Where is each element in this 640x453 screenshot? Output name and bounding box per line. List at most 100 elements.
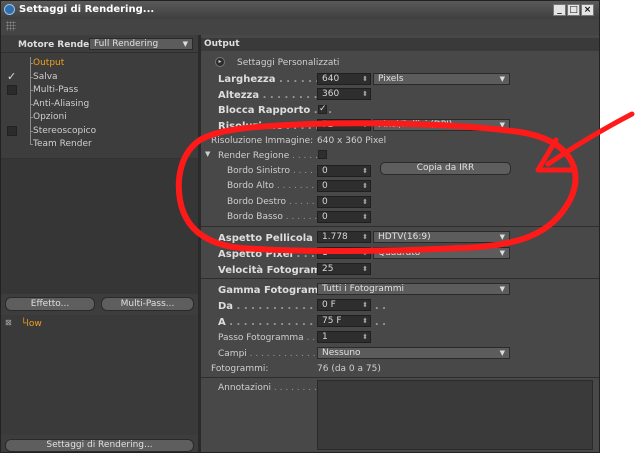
maximize-button[interactable]: □: [567, 4, 580, 16]
minimize-button[interactable]: _: [553, 4, 566, 16]
divider: [201, 377, 599, 378]
spinner-icon: ⬍: [362, 121, 368, 129]
cinema4d-logo-icon: [4, 4, 15, 15]
tree-item-multi-pass[interactable]: Multi-Pass: [33, 85, 78, 95]
spinner-icon: ⬍: [362, 182, 368, 190]
width-input[interactable]: 640 ⬍: [317, 73, 371, 85]
tree-item-label: Output: [33, 58, 65, 68]
renderer-select[interactable]: Full Rendering ▼: [89, 38, 193, 50]
render-region-checkbox[interactable]: [318, 150, 327, 159]
spinner-icon: ⬍: [362, 317, 368, 325]
frames-label: Fotogrammi:: [211, 364, 269, 374]
lock-ratio-checkbox[interactable]: ✓: [318, 105, 327, 114]
to-input[interactable]: 75 F ⬍: [317, 315, 371, 327]
pixel-aspect-select[interactable]: Quadrato ▼: [373, 247, 510, 259]
notes-label: Annotazioni . . . . . . . . .: [218, 383, 323, 393]
chevron-down-icon: ▼: [499, 121, 505, 129]
section-title: Output: [204, 39, 240, 49]
frame-range-select[interactable]: Tutti i Fotogrammi ▼: [317, 283, 510, 295]
lock-ratio-label: Blocca Rapporto . . .: [218, 105, 333, 116]
frame-step-label: Passo Fotogramma . . . .: [218, 333, 327, 343]
render-settings-button[interactable]: Settaggi di Rendering...: [5, 439, 194, 452]
chevron-down-icon: ▼: [499, 349, 505, 357]
renderer-label: Motore Render: [18, 40, 94, 50]
chevron-down-icon: ▼: [499, 233, 505, 241]
tree-item-output[interactable]: Output: [33, 58, 64, 68]
tree-item-label: Opzioni: [33, 112, 67, 122]
height-input[interactable]: 360 ⬍: [317, 88, 371, 100]
tree-branch: [30, 63, 33, 64]
tree-branch: [30, 76, 33, 78]
tree-empty-area: [1, 159, 198, 294]
frame-step-input[interactable]: 1 ⬍: [317, 331, 371, 343]
spinner-icon: ⬍: [362, 233, 368, 241]
title-bar[interactable]: Settaggi di Rendering... _ □ ×: [1, 1, 599, 19]
effect-button[interactable]: Effetto...: [5, 297, 95, 311]
tree-item-label: Multi-Pass: [33, 85, 79, 95]
render-settings-window: Settaggi di Rendering... _ □ × Motore Re…: [0, 0, 600, 453]
from-input[interactable]: 0 F ⬍: [317, 299, 371, 311]
border-right-label: Bordo Destro . . . . . .: [227, 197, 321, 207]
chevron-down-icon: ▼: [499, 249, 505, 257]
border-top-input[interactable]: 0 ⬍: [317, 180, 371, 192]
pixel-aspect-input[interactable]: 1 ⬍: [317, 247, 371, 259]
image-resolution-value: 640 x 360 Pixel: [317, 136, 387, 146]
tree-checkbox[interactable]: [7, 85, 17, 95]
tree-branch: [30, 117, 33, 118]
notes-textarea[interactable]: [317, 380, 593, 450]
spinner-icon: ⬍: [362, 265, 368, 273]
resolution-input[interactable]: 72 ⬍: [317, 119, 371, 131]
border-right-input[interactable]: 0 ⬍: [317, 196, 371, 208]
spinner-icon: ⬍: [362, 167, 368, 175]
chevron-down-icon: ▼: [499, 285, 505, 293]
section-header: Output: [201, 38, 599, 51]
spinner-icon: ⬍: [362, 333, 368, 341]
resolution-label: Risoluzione . . . . . .: [218, 121, 327, 132]
tree-item-team-render[interactable]: Team Render: [33, 139, 92, 149]
render-region-label: Render Regione . . . . . .: [218, 151, 324, 161]
tree-branch: [30, 103, 33, 105]
fields-select[interactable]: Nessuno ▼: [317, 347, 510, 359]
divider: [1, 52, 198, 53]
tree-item-stereoscopico[interactable]: Stereoscopico: [33, 126, 96, 136]
tree-item-label: Anti-Aliasing: [33, 98, 90, 109]
collapse-triangle-icon[interactable]: ▼: [205, 150, 210, 158]
spinner-icon: ⬍: [362, 90, 368, 98]
border-bottom-input[interactable]: 0 ⬍: [317, 211, 371, 223]
frames-value: 76 (da 0 a 75): [317, 364, 381, 374]
tree-item-salva[interactable]: Salva: [33, 72, 58, 82]
spinner-icon: ⬍: [362, 198, 368, 206]
preset-list: ⊠ └low: [1, 315, 198, 435]
border-left-label: Bordo Sinistro . . . . .: [227, 166, 319, 176]
film-aspect-select[interactable]: HDTV(16:9) ▼: [373, 231, 510, 243]
expand-icon[interactable]: ⊠: [5, 318, 12, 327]
tree-checkbox[interactable]: [7, 125, 17, 136]
spinner-icon: ⬍: [362, 75, 368, 83]
grip-icon[interactable]: [6, 21, 16, 31]
window-title: Settaggi di Rendering...: [19, 4, 155, 15]
tree-checkmark-icon[interactable]: ✓: [7, 70, 16, 83]
height-label: Altezza . . . . . . . . . .: [218, 90, 332, 101]
spinner-icon: ⬍: [362, 301, 368, 309]
resolution-unit-select[interactable]: Pixel/Pollici (DPI) ▼: [373, 119, 510, 131]
divider: [201, 226, 599, 227]
preset-menu-icon[interactable]: ▸: [215, 57, 225, 67]
preset-label: Settaggi Personalizzati: [237, 58, 340, 68]
frame-rate-input[interactable]: 25 ⬍: [317, 263, 371, 275]
tree-item-opzioni[interactable]: Opzioni: [33, 112, 67, 122]
width-unit-select[interactable]: Pixels ▼: [373, 73, 510, 85]
spinner-icon: ⬍: [362, 213, 368, 221]
copy-from-irr-button[interactable]: Copia da IRR: [380, 162, 511, 175]
chevron-down-icon: ▼: [499, 75, 505, 83]
film-aspect-input[interactable]: 1.778 ⬍: [317, 231, 371, 243]
border-left-input[interactable]: 0 ⬍: [317, 165, 371, 177]
tree-item-anti-aliasing[interactable]: Anti-Aliasing: [33, 99, 89, 109]
left-panel: Motore Render Full Rendering ▼ Output Salv…: [1, 35, 198, 452]
preset-item-low[interactable]: └low: [21, 319, 42, 329]
renderer-value: Full Rendering: [94, 39, 159, 49]
border-bottom-label: Bordo Basso . . . . . .: [227, 212, 318, 222]
multipass-button[interactable]: Multi-Pass...: [101, 297, 194, 311]
tree-item-label: Salva: [33, 71, 58, 82]
tree-branch: [30, 90, 33, 91]
close-button[interactable]: ×: [581, 4, 594, 16]
